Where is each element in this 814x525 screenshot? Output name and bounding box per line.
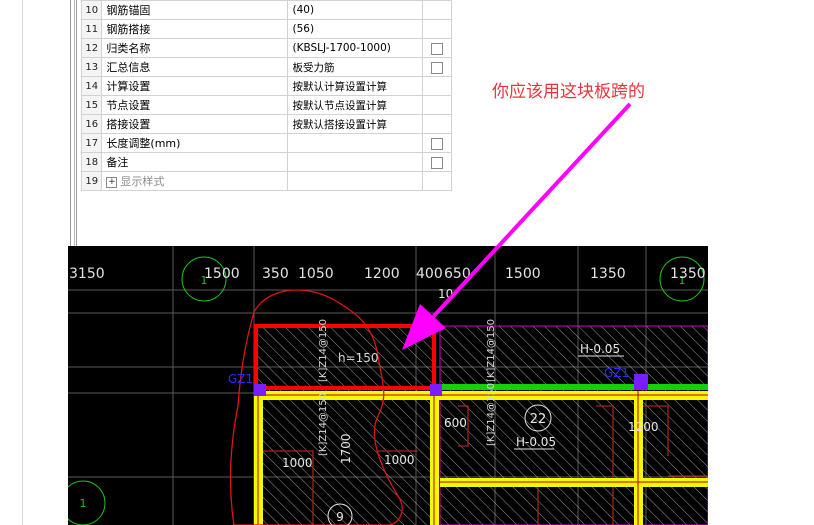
annotation-arrow [402,102,632,350]
arrow-shaft [430,102,632,320]
